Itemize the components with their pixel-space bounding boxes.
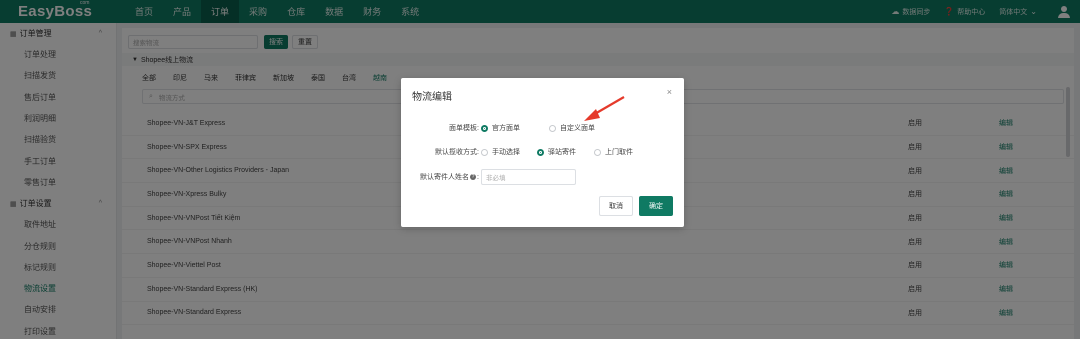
radio-official-template[interactable]: 官方面单 <box>481 123 520 133</box>
radio-manual-select[interactable]: 手动选择 <box>481 147 520 157</box>
confirm-button[interactable]: 确定 <box>639 196 673 216</box>
question-icon[interactable]: ? <box>470 174 477 181</box>
dialog-title: 物流编辑 <box>412 92 452 103</box>
radio-unchecked-icon <box>594 148 601 156</box>
sender-name-input[interactable]: 非必填 <box>481 169 576 185</box>
sender-label: 默认寄件人姓名?: <box>401 172 481 182</box>
radio-label: 官方面单 <box>492 125 520 132</box>
radio-label: 手动选择 <box>492 149 520 156</box>
pickup-label: 默认揽收方式: <box>435 149 479 156</box>
radio-label: 自定义面单 <box>560 125 595 132</box>
sender-label-colon: : <box>477 174 479 181</box>
template-row: 面单模板: 官方面单 自定义面单 <box>401 121 684 135</box>
close-icon[interactable]: × <box>667 87 672 97</box>
radio-label: 上门取件 <box>605 149 633 156</box>
radio-checked-icon <box>537 148 544 156</box>
pickup-row: 默认揽收方式: 手动选择 驿站寄件 上门取件 <box>401 145 684 159</box>
cancel-button[interactable]: 取消 <box>599 196 633 216</box>
logistics-edit-dialog: 物流编辑 × 面单模板: 官方面单 自定义面单 默认揽收方式: 手动选择 驿站寄… <box>401 78 684 227</box>
radio-label: 驿站寄件 <box>548 149 576 156</box>
radio-station-dropoff[interactable]: 驿站寄件 <box>537 147 576 157</box>
radio-unchecked-icon <box>549 124 556 132</box>
template-label: 面单模板: <box>449 125 479 132</box>
radio-checked-icon <box>481 124 488 132</box>
sender-row: 默认寄件人姓名?: 非必填 <box>401 168 684 186</box>
radio-unchecked-icon <box>481 148 488 156</box>
radio-door-pickup[interactable]: 上门取件 <box>594 147 633 157</box>
sender-label-text: 默认寄件人姓名 <box>420 174 470 181</box>
radio-custom-template[interactable]: 自定义面单 <box>549 123 595 133</box>
